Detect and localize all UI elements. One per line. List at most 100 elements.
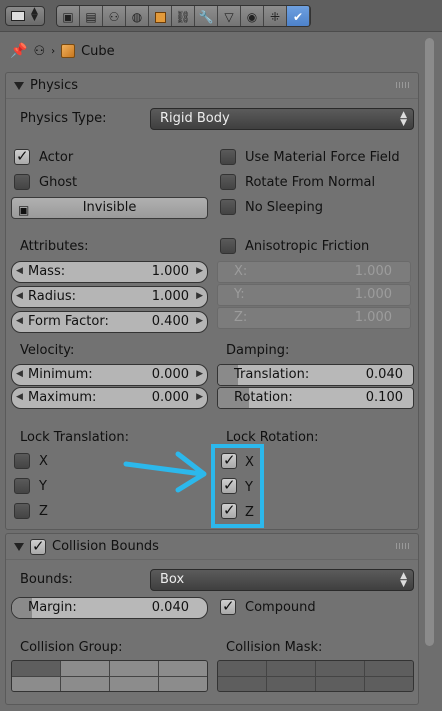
velocity-maximum-value: 0.000 [151, 390, 189, 405]
use-material-force-field-checkbox[interactable] [220, 149, 236, 165]
world-icon[interactable]: ◍ [126, 6, 149, 26]
object-name: Cube [81, 43, 115, 59]
decrement-arrow-icon[interactable]: ◀ [16, 316, 23, 326]
render-layers-icon[interactable]: ▤ [80, 6, 103, 26]
damping-rotation-slider[interactable]: Rotation: 0.100 [217, 387, 414, 409]
render-icon[interactable]: ▣ [57, 6, 80, 26]
breadcrumb: 📌 ⚇ › Cube [10, 40, 115, 62]
velocity-maximum-field[interactable]: ◀ Maximum: 0.000 ▶ [11, 387, 208, 409]
velocity-maximum-label: Maximum: [28, 390, 97, 405]
collision-group-layer[interactable] [12, 661, 60, 676]
physics-type-dropdown[interactable]: Rigid Body ▲ ▼ [150, 108, 414, 130]
scene-icon: ⚇ [33, 43, 46, 59]
drag-grip-icon[interactable] [396, 82, 410, 88]
increment-arrow-icon[interactable]: ▶ [196, 392, 203, 402]
physics-panel-header[interactable]: Physics [6, 73, 418, 99]
drag-grip-icon[interactable] [396, 543, 410, 549]
aniso-z-label: Z: [234, 310, 248, 325]
decrement-arrow-icon[interactable]: ◀ [16, 392, 23, 402]
collision-mask-layer[interactable] [316, 661, 364, 676]
invisible-toggle-button[interactable]: ▣ Invisible [11, 197, 208, 219]
margin-slider[interactable]: Margin: 0.040 [11, 597, 208, 619]
decrement-arrow-icon[interactable]: ◀ [16, 291, 23, 301]
lock-translation-y-checkbox[interactable] [14, 478, 30, 494]
chevron-updown-icon: ▲ ▼ [400, 571, 407, 589]
damping-translation-label: Translation: [234, 367, 310, 382]
mass-field[interactable]: ◀ Mass: 1.000 ▶ [11, 261, 208, 283]
collapse-triangle-icon[interactable] [14, 542, 24, 551]
collision-mask-layer[interactable] [267, 661, 315, 676]
collision-mask-label: Collision Mask: [226, 640, 323, 655]
constraints-icon[interactable]: ⛓ [172, 6, 195, 26]
editor-type-button[interactable]: ▲ ▼ [5, 6, 45, 26]
chevron-updown-icon: ▲ ▼ [31, 6, 38, 23]
decrement-arrow-icon[interactable]: ◀ [16, 266, 23, 276]
anisotropic-friction-label: Anisotropic Friction [245, 239, 370, 254]
collision-mask-layer[interactable] [267, 676, 315, 691]
lock-translation-x-checkbox[interactable] [14, 453, 30, 469]
form-factor-field[interactable]: ◀ Form Factor: 0.400 ▶ [11, 311, 208, 333]
increment-arrow-icon[interactable]: ▶ [196, 266, 203, 276]
mass-label: Mass: [28, 264, 66, 279]
form-factor-label: Form Factor: [28, 314, 109, 329]
collision-mask-layer[interactable] [218, 676, 266, 691]
bounds-dropdown[interactable]: Box ▲ ▼ [150, 569, 414, 591]
aniso-y-field: Y: 1.000 [217, 284, 411, 306]
material-icon[interactable]: ◉ [241, 6, 264, 26]
collision-bounds-enable-checkbox[interactable] [30, 537, 46, 555]
collision-bounds-panel-header[interactable]: Collision Bounds [6, 534, 418, 560]
rotate-from-normal-label: Rotate From Normal [245, 175, 376, 190]
collision-group-layer[interactable] [61, 676, 109, 691]
lock-translation-z-checkbox[interactable] [14, 503, 30, 519]
properties-editor-icon [11, 11, 25, 21]
lock-rotation-label: Lock Rotation: [226, 430, 319, 445]
panel-title: Physics [30, 78, 79, 93]
anisotropic-friction-checkbox[interactable] [220, 238, 236, 254]
aniso-z-field: Z: 1.000 [217, 307, 411, 329]
scrollbar[interactable] [425, 38, 434, 646]
compound-checkbox[interactable] [220, 597, 236, 615]
aniso-x-label: X: [234, 264, 248, 279]
rotate-from-normal-checkbox[interactable] [220, 174, 236, 190]
collision-group-layer[interactable] [61, 661, 109, 676]
collision-group-layer[interactable] [159, 661, 207, 676]
actor-checkbox[interactable] [14, 147, 30, 165]
collision-mask-layer[interactable] [365, 676, 413, 691]
no-sleeping-checkbox[interactable] [220, 199, 236, 215]
no-sleeping-label: No Sleeping [245, 200, 324, 215]
collision-group-layer[interactable] [12, 676, 60, 691]
velocity-minimum-value: 0.000 [151, 367, 189, 382]
modifiers-icon[interactable]: 🔧 [195, 6, 218, 26]
velocity-minimum-field[interactable]: ◀ Minimum: 0.000 ▶ [11, 364, 208, 386]
collision-mask-layer[interactable] [316, 676, 364, 691]
scene-icon[interactable]: ⚇ [103, 6, 126, 26]
data-icon[interactable]: ▽ [218, 6, 241, 26]
physics-type-label: Physics Type: [20, 111, 107, 126]
velocity-minimum-label: Minimum: [28, 367, 93, 382]
collision-mask-grid[interactable] [217, 660, 414, 692]
margin-label: Margin: [28, 600, 77, 615]
pin-icon[interactable]: 📌 [10, 43, 27, 59]
increment-arrow-icon[interactable]: ▶ [196, 291, 203, 301]
collapse-triangle-icon[interactable] [14, 81, 24, 90]
object-icon[interactable] [149, 6, 172, 26]
radius-field[interactable]: ◀ Radius: 1.000 ▶ [11, 286, 208, 308]
collision-mask-layer[interactable] [218, 661, 266, 676]
use-material-force-field-label: Use Material Force Field [245, 150, 400, 165]
velocity-label: Velocity: [20, 343, 75, 358]
collision-group-layer[interactable] [159, 676, 207, 691]
collision-mask-layer[interactable] [365, 661, 413, 676]
ghost-checkbox[interactable] [14, 174, 30, 190]
damping-translation-slider[interactable]: Translation: 0.040 [217, 364, 414, 386]
collision-group-grid[interactable] [11, 660, 208, 692]
collision-group-layer[interactable] [110, 661, 158, 676]
bounds-label: Bounds: [20, 572, 73, 587]
physics-icon[interactable]: ✔ [287, 6, 310, 26]
radius-label: Radius: [28, 289, 76, 304]
increment-arrow-icon[interactable]: ▶ [196, 369, 203, 379]
attributes-label: Attributes: [20, 239, 89, 254]
particles-icon[interactable]: ⁜ [264, 6, 287, 26]
increment-arrow-icon[interactable]: ▶ [196, 316, 203, 326]
collision-group-layer[interactable] [110, 676, 158, 691]
decrement-arrow-icon[interactable]: ◀ [16, 369, 23, 379]
